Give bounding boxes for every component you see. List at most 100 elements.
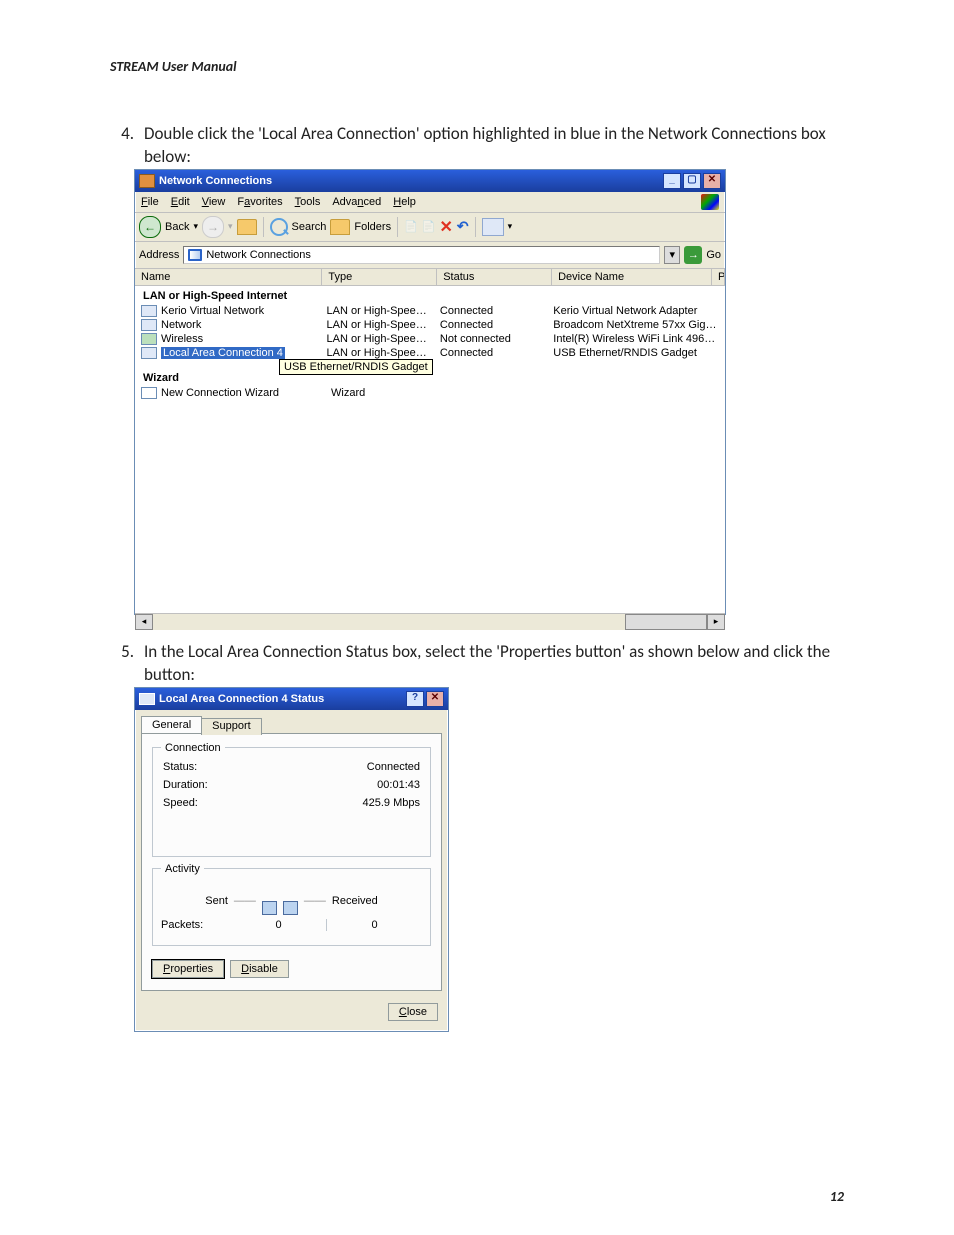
- menu-edit[interactable]: Edit: [171, 196, 190, 208]
- menu-view[interactable]: View: [202, 196, 226, 208]
- connection-fieldset: Connection Status:Connected Duration:00:…: [152, 742, 431, 857]
- tab-support[interactable]: Support: [201, 718, 262, 735]
- address-input[interactable]: Network Connections: [183, 246, 660, 264]
- connection-icon: [141, 305, 157, 317]
- back-button[interactable]: ←: [139, 216, 161, 238]
- menu-advanced[interactable]: Advanced: [332, 196, 381, 208]
- forward-dropdown: ▾: [228, 221, 233, 232]
- activity-legend: Activity: [161, 863, 204, 875]
- tab-row: General Support: [135, 710, 448, 733]
- col-type[interactable]: Type: [322, 269, 437, 285]
- sent-label: Sent: [205, 895, 228, 907]
- separator: [475, 217, 476, 237]
- toolbar: ← Back ▾ → ▾ Search Folders 📄 📄 ✕ ↶: [135, 213, 725, 242]
- nc-title: Network Connections: [159, 175, 661, 187]
- menu-file[interactable]: File: [141, 196, 159, 208]
- menu-favorites[interactable]: Favorites: [237, 196, 282, 208]
- conn-type: LAN or High-Speed Inter...: [321, 305, 434, 317]
- received-label: Received: [332, 895, 378, 907]
- folders-icon[interactable]: [330, 219, 350, 235]
- address-label: Address: [139, 249, 179, 261]
- conn-type: LAN or High-Speed Inter...: [321, 347, 434, 359]
- list-item[interactable]: Kerio Virtual Network LAN or High-Speed …: [135, 304, 725, 318]
- up-button[interactable]: [237, 219, 257, 235]
- tab-general[interactable]: General: [141, 716, 202, 733]
- scroll-left-button[interactable]: ◂: [135, 614, 153, 630]
- list-item[interactable]: Wireless LAN or High-Speed Inter... Not …: [135, 332, 725, 346]
- wizard-type: Wizard: [325, 387, 441, 399]
- horizontal-scrollbar[interactable]: ◂ ▸: [135, 613, 725, 630]
- conn-device: Broadcom NetXtreme 57xx Gigabit ...: [547, 319, 725, 331]
- separator: [263, 217, 264, 237]
- conn-device: Kerio Virtual Network Adapter: [547, 305, 725, 317]
- list-view[interactable]: Name Type Status Device Name Phone # or …: [135, 269, 725, 613]
- move-to-icon[interactable]: 📄: [404, 220, 418, 233]
- received-value: 0: [327, 919, 422, 931]
- conn-status: Not connected: [434, 333, 547, 345]
- page-number: 12: [830, 1188, 844, 1205]
- delete-icon[interactable]: ✕: [439, 217, 452, 237]
- wireless-icon: [141, 333, 157, 345]
- views-icon[interactable]: [482, 218, 504, 236]
- separator: [397, 217, 398, 237]
- step-4-number: 4.: [110, 123, 134, 169]
- connection-icon: [141, 319, 157, 331]
- connection-icon: [141, 347, 157, 359]
- maximize-button[interactable]: ▢: [683, 173, 701, 189]
- scroll-thumb[interactable]: [625, 614, 707, 630]
- conn-status: Connected: [434, 305, 547, 317]
- close-button[interactable]: ✕: [426, 691, 444, 707]
- tooltip: USB Ethernet/RNDIS Gadget: [279, 359, 433, 375]
- close-button[interactable]: ✕: [703, 173, 721, 189]
- conn-device: USB Ethernet/RNDIS Gadget: [547, 347, 725, 359]
- forward-button[interactable]: →: [202, 216, 224, 238]
- address-dropdown[interactable]: ▾: [664, 246, 680, 264]
- menu-help[interactable]: Help: [393, 196, 416, 208]
- speed-label: Speed:: [163, 797, 198, 809]
- go-label[interactable]: Go: [706, 249, 721, 261]
- addressbar: Address Network Connections ▾ → Go: [135, 242, 725, 269]
- conn-name-selected: Local Area Connection 4: [161, 347, 285, 359]
- minimize-button[interactable]: _: [663, 173, 681, 189]
- conn-name: Wireless: [161, 333, 203, 345]
- back-dropdown[interactable]: ▾: [193, 221, 198, 232]
- step-5-number: 5.: [110, 641, 134, 687]
- search-icon[interactable]: [270, 218, 288, 236]
- list-item[interactable]: Network LAN or High-Speed Inter... Conne…: [135, 318, 725, 332]
- scroll-right-button[interactable]: ▸: [707, 614, 725, 630]
- search-label[interactable]: Search: [292, 221, 327, 233]
- col-status[interactable]: Status: [437, 269, 552, 285]
- list-item[interactable]: New Connection Wizard Wizard: [135, 386, 725, 400]
- disable-button[interactable]: Disable: [230, 960, 289, 978]
- connection-legend: Connection: [161, 742, 225, 754]
- status-value: Connected: [367, 761, 420, 773]
- close-dialog-button[interactable]: Close: [388, 1003, 438, 1021]
- help-button[interactable]: ?: [406, 691, 424, 707]
- address-value: Network Connections: [206, 249, 311, 261]
- col-name[interactable]: Name: [135, 269, 322, 285]
- back-label[interactable]: Back: [165, 221, 189, 233]
- properties-button[interactable]: Properties: [152, 960, 224, 978]
- folders-label[interactable]: Folders: [354, 221, 391, 233]
- duration-label: Duration:: [163, 779, 208, 791]
- undo-icon[interactable]: ↶: [457, 218, 469, 235]
- col-extra[interactable]: Phone # or H: [712, 269, 725, 285]
- connection-icon: [139, 693, 155, 705]
- list-item-selected[interactable]: Local Area Connection 4 LAN or High-Spee…: [135, 346, 725, 360]
- activity-fieldset: Activity Sent —— —— Received Packets: 0: [152, 863, 431, 946]
- group-lan: LAN or High-Speed Internet: [135, 286, 725, 304]
- views-dropdown[interactable]: ▾: [508, 221, 513, 232]
- menu-tools[interactable]: Tools: [295, 196, 321, 208]
- duration-value: 00:01:43: [377, 779, 420, 791]
- packets-label: Packets:: [161, 919, 231, 931]
- lac-titlebar[interactable]: Local Area Connection 4 Status ? ✕: [135, 688, 448, 710]
- nc-titlebar[interactable]: Network Connections _ ▢ ✕: [135, 170, 725, 192]
- go-button[interactable]: →: [684, 246, 702, 264]
- conn-status: Connected: [434, 319, 547, 331]
- speed-value: 425.9 Mbps: [363, 797, 420, 809]
- step-4-text: Double click the 'Local Area Connection'…: [144, 123, 844, 169]
- sent-value: 0: [231, 919, 326, 931]
- col-device[interactable]: Device Name: [552, 269, 712, 285]
- wizard-icon: [141, 387, 157, 399]
- copy-to-icon[interactable]: 📄: [422, 220, 436, 233]
